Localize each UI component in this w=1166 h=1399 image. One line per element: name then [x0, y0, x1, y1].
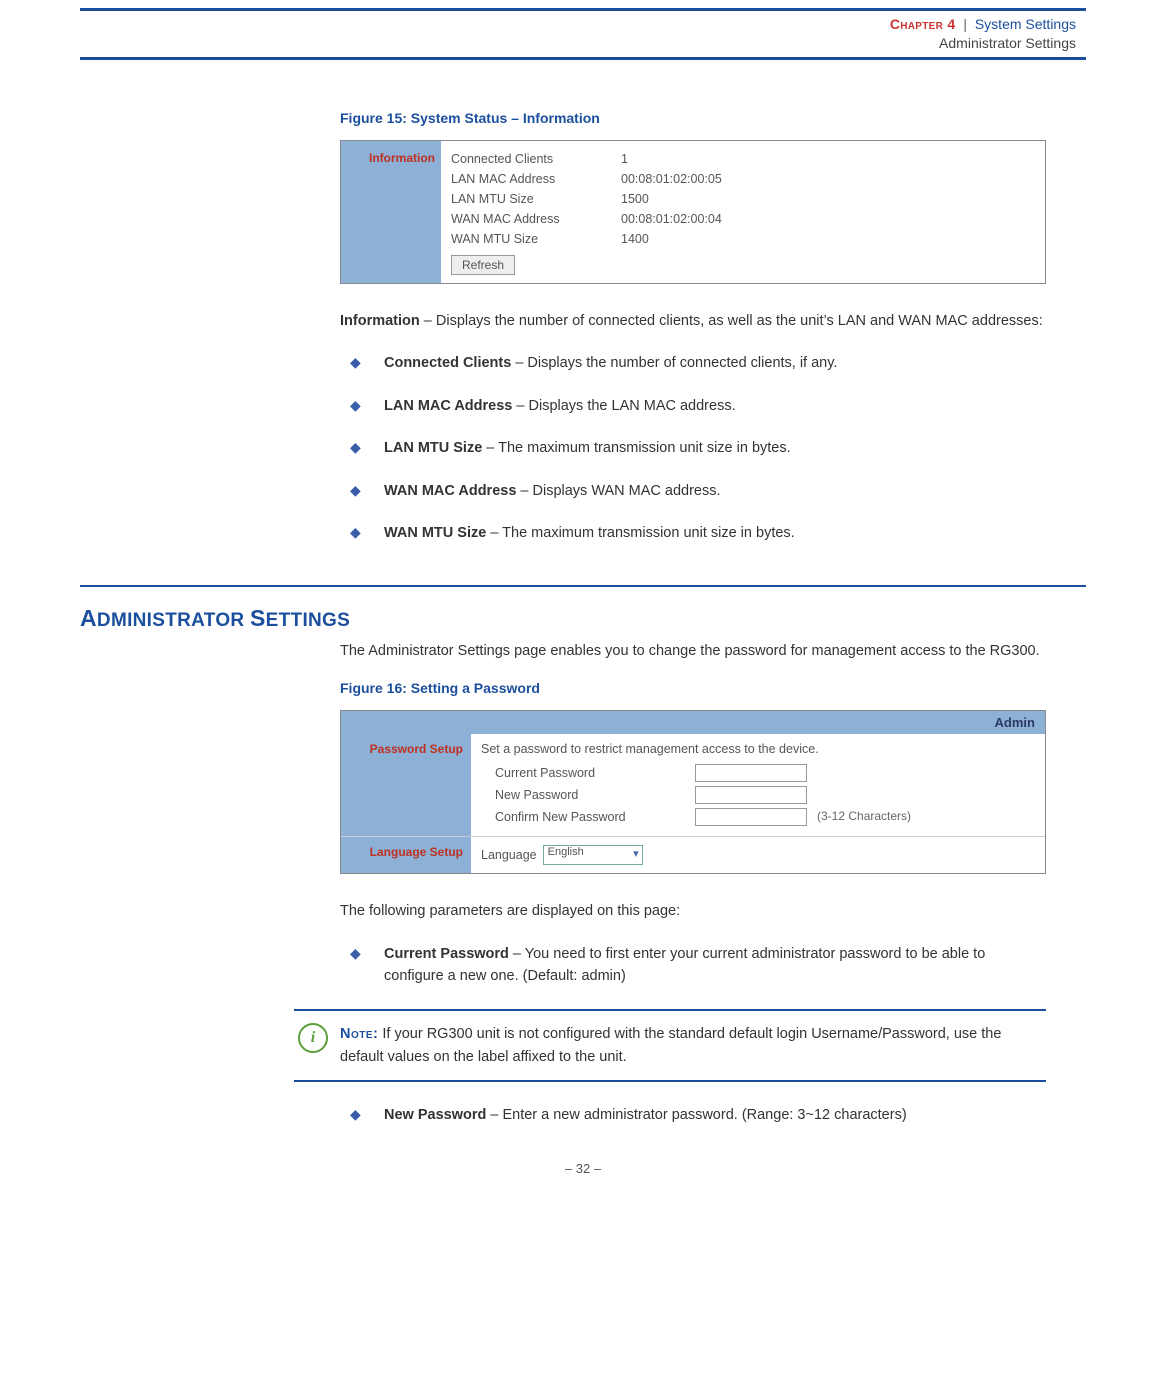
- header-chapter: Chapter 4: [890, 16, 956, 32]
- bullet-item: LAN MTU Size – The maximum transmission …: [350, 437, 1046, 459]
- field-row: Confirm New Password (3-12 Characters): [481, 806, 1035, 828]
- figure15-caption: Figure 15: System Status – Information: [340, 110, 1046, 126]
- admin-settings-heading: ADMINISTRATOR SETTINGS: [80, 585, 1086, 632]
- figure16-screenshot: Admin Password Setup Set a password to r…: [340, 710, 1046, 874]
- info-row: LAN MTU Size 1500: [451, 189, 1035, 209]
- field-row: Current Password: [481, 762, 1035, 784]
- info-value: 00:08:01:02:00:05: [621, 172, 1035, 186]
- information-lead: Information: [340, 313, 420, 329]
- figure16-side-pw-label: Password Setup: [349, 742, 463, 756]
- header-subtitle: Administrator Settings: [90, 34, 1076, 53]
- info-value: 00:08:01:02:00:04: [621, 212, 1035, 226]
- new-password-input[interactable]: [695, 786, 807, 804]
- language-label: Language: [481, 848, 537, 862]
- bullet-text: – Displays the number of connected clien…: [511, 355, 837, 371]
- info-row: LAN MAC Address 00:08:01:02:00:05: [451, 169, 1035, 189]
- figure16-side-lang-label: Language Setup: [349, 845, 463, 859]
- bullet-text: – The maximum transmission unit size in …: [482, 440, 790, 456]
- info-row: WAN MAC Address 00:08:01:02:00:04: [451, 209, 1035, 229]
- header-separator: |: [959, 16, 971, 32]
- admin-intro: The Administrator Settings page enables …: [340, 640, 1046, 662]
- figure15-sidebar-label: Information: [347, 151, 435, 165]
- bullet-item: Current Password – You need to first ent…: [350, 943, 1046, 988]
- bullet-text: – Enter a new administrator password. (R…: [486, 1107, 906, 1123]
- figure16-caption: Figure 16: Setting a Password: [340, 680, 1046, 696]
- note-block: i Note: If your RG300 unit is not config…: [294, 1009, 1046, 1082]
- bullet-term: LAN MTU Size: [384, 440, 482, 456]
- bullet-item: WAN MTU Size – The maximum transmission …: [350, 522, 1046, 544]
- figure16-topbar: Admin: [341, 711, 1045, 734]
- info-key: Connected Clients: [451, 152, 621, 166]
- password-hint: (3-12 Characters): [807, 809, 911, 823]
- info-key: WAN MTU Size: [451, 232, 621, 246]
- params-intro: The following parameters are displayed o…: [340, 900, 1046, 922]
- info-value: 1400: [621, 232, 1035, 246]
- information-paragraph: Information – Displays the number of con…: [340, 310, 1046, 332]
- refresh-button[interactable]: Refresh: [451, 255, 515, 275]
- bullet-item: Connected Clients – Displays the number …: [350, 352, 1046, 374]
- field-row: New Password: [481, 784, 1035, 806]
- bullet-term: LAN MAC Address: [384, 398, 512, 414]
- new-password-label: New Password: [481, 788, 695, 802]
- bullet-item: LAN MAC Address – Displays the LAN MAC a…: [350, 395, 1046, 417]
- confirm-password-input[interactable]: [695, 808, 807, 826]
- bullet-item: WAN MAC Address – Displays WAN MAC addre…: [350, 480, 1046, 502]
- figure15-sidebar: Information: [341, 141, 441, 283]
- bullet-term: Connected Clients: [384, 355, 511, 371]
- info-key: WAN MAC Address: [451, 212, 621, 226]
- information-lead-rest: – Displays the number of connected clien…: [420, 313, 1043, 329]
- bullet-term: WAN MAC Address: [384, 483, 516, 499]
- bullet-term: Current Password: [384, 946, 509, 962]
- bullet-text: – Displays WAN MAC address.: [516, 483, 720, 499]
- bullet-term: New Password: [384, 1107, 486, 1123]
- figure15-screenshot: Information Connected Clients 1 LAN MAC …: [340, 140, 1046, 284]
- info-key: LAN MAC Address: [451, 172, 621, 186]
- current-password-label: Current Password: [481, 766, 695, 780]
- info-row: WAN MTU Size 1400: [451, 229, 1035, 249]
- figure16-sidebar-lang: Language Setup: [341, 837, 471, 873]
- figure16-description: Set a password to restrict management ac…: [481, 742, 1035, 756]
- note-label: Note:: [340, 1026, 378, 1042]
- info-value: 1500: [621, 192, 1035, 206]
- current-password-input[interactable]: [695, 764, 807, 782]
- page-footer: – 32 –: [80, 1161, 1086, 1176]
- figure16-sidebar-pw: Password Setup: [341, 734, 471, 836]
- bullet-term: WAN MTU Size: [384, 525, 486, 541]
- confirm-password-label: Confirm New Password: [481, 810, 695, 824]
- bullet-text: – Displays the LAN MAC address.: [512, 398, 735, 414]
- note-body: If your RG300 unit is not configured wit…: [340, 1026, 1001, 1064]
- info-icon: i: [298, 1023, 328, 1053]
- language-select[interactable]: English: [543, 845, 643, 865]
- page-header: Chapter 4 | System Settings Administrato…: [80, 8, 1086, 60]
- bullet-item: New Password – Enter a new administrator…: [350, 1104, 1046, 1126]
- bullet-text: – The maximum transmission unit size in …: [486, 525, 794, 541]
- header-title: System Settings: [975, 16, 1076, 32]
- note-text: Note: If your RG300 unit is not configur…: [340, 1023, 1046, 1068]
- info-row: Connected Clients 1: [451, 149, 1035, 169]
- info-value: 1: [621, 152, 1035, 166]
- info-key: LAN MTU Size: [451, 192, 621, 206]
